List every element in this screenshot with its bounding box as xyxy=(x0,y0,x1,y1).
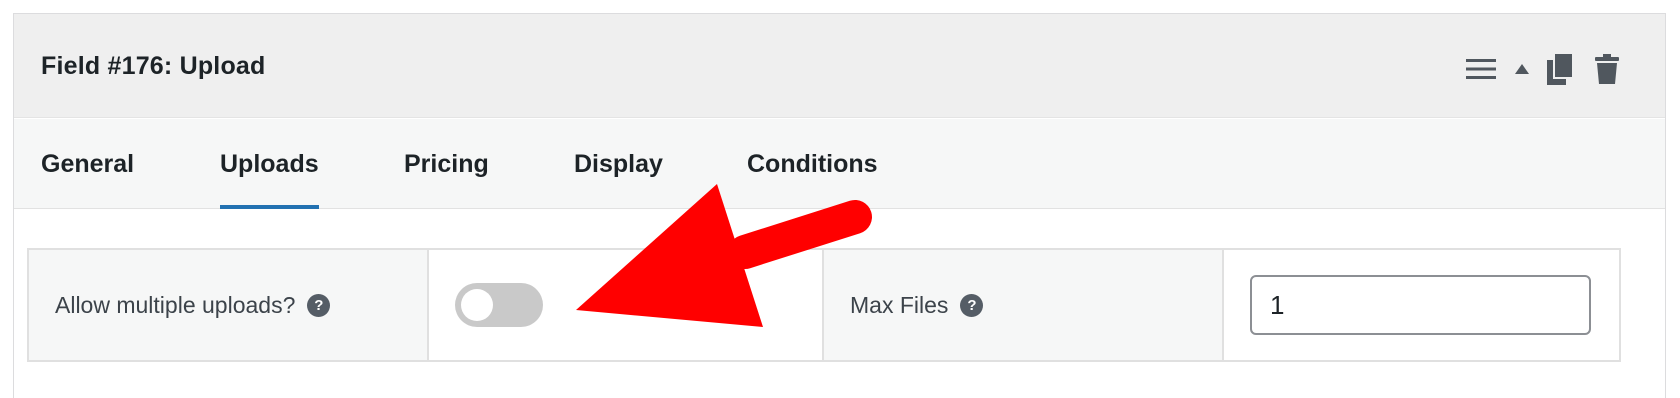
panel-header: Field #176: Upload xyxy=(14,14,1665,118)
multiple-uploads-label: Allow multiple uploads? xyxy=(55,291,296,318)
help-icon[interactable]: ? xyxy=(960,293,984,317)
max-files-label-cell: Max Files ? xyxy=(824,250,1224,360)
multiple-uploads-toggle[interactable] xyxy=(455,283,543,327)
multiple-uploads-label-cell: Allow multiple uploads? ? xyxy=(29,250,429,360)
duplicate-icon[interactable] xyxy=(1546,52,1574,86)
header-actions xyxy=(1466,52,1620,86)
max-files-input-cell xyxy=(1224,250,1619,360)
toggle-knob xyxy=(461,289,493,321)
menu-icon[interactable] xyxy=(1466,58,1496,80)
max-files-label: Max Files xyxy=(850,291,949,318)
tab-pricing[interactable]: Pricing xyxy=(404,119,489,209)
help-icon[interactable]: ? xyxy=(307,293,331,317)
tab-general[interactable]: General xyxy=(41,119,134,209)
panel-title: Field #176: Upload xyxy=(41,52,266,80)
multiple-uploads-toggle-cell xyxy=(429,250,824,360)
caret-up-icon[interactable] xyxy=(1514,63,1530,75)
trash-icon[interactable] xyxy=(1594,53,1620,85)
tab-uploads[interactable]: Uploads xyxy=(220,119,319,209)
tab-display[interactable]: Display xyxy=(574,119,663,209)
tab-conditions[interactable]: Conditions xyxy=(747,119,878,209)
max-files-input[interactable] xyxy=(1250,275,1591,335)
upload-settings-row: Allow multiple uploads? ? Max Files ? xyxy=(27,248,1621,362)
field-tabs: General Uploads Pricing Display Conditio… xyxy=(14,119,1665,209)
